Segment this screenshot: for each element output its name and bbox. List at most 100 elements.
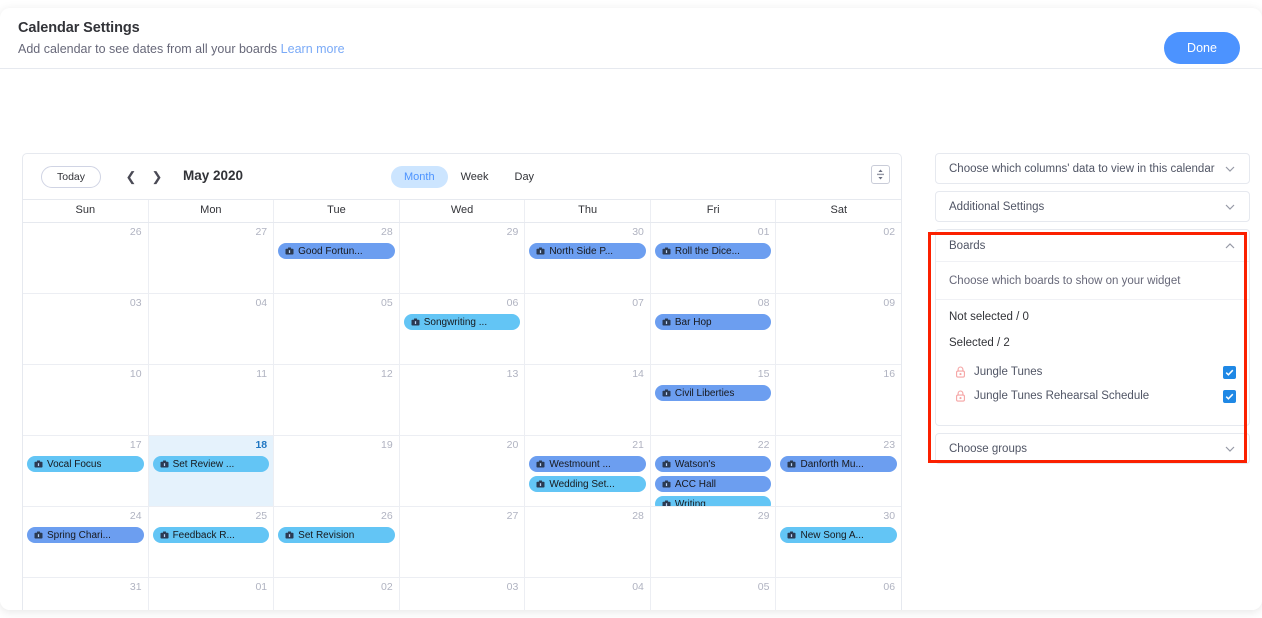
- today-button[interactable]: Today: [41, 166, 101, 188]
- calendar-day-cell[interactable]: 01: [149, 578, 275, 610]
- page-header: Calendar Settings Add calendar to see da…: [0, 8, 1262, 69]
- calendar-event-label: Roll the Dice...: [674, 245, 740, 257]
- calendar-day-cell[interactable]: 10: [23, 365, 149, 435]
- chevron-right-icon[interactable]: ❯: [147, 166, 167, 188]
- calendar-day-cell[interactable]: 20: [400, 436, 526, 506]
- calendar-day-cell[interactable]: 16: [776, 365, 901, 435]
- calendar-day-cell[interactable]: 02: [274, 578, 400, 610]
- calendar-event[interactable]: Set Review ...: [152, 456, 270, 472]
- calendar-event[interactable]: Good Fortun...: [278, 243, 395, 259]
- day-number: 23: [883, 439, 896, 451]
- calendar-day-cell[interactable]: 28 Good Fortun...: [274, 223, 400, 293]
- calendar-day-cell[interactable]: 01 Roll the Dice...: [651, 223, 777, 293]
- calendar-day-cell[interactable]: 05: [651, 578, 777, 610]
- calendar-event[interactable]: Civil Liberties: [654, 385, 772, 401]
- calendar-event[interactable]: Roll the Dice...: [654, 243, 772, 259]
- calendar-day-cell[interactable]: 07: [525, 294, 651, 364]
- calendar-day-cell[interactable]: 31: [23, 578, 149, 610]
- view-option-day[interactable]: Day: [502, 166, 548, 188]
- calendar-day-cell[interactable]: 30 North Side P...: [525, 223, 651, 293]
- setting-row-choose-groups[interactable]: Choose groups: [935, 433, 1250, 464]
- calendar-day-cell[interactable]: 22 Watson's ACC Hall Writing: [651, 436, 777, 506]
- day-number: 07: [632, 297, 644, 309]
- day-events: Danforth Mu...: [776, 456, 901, 472]
- page-title: Calendar Settings: [18, 20, 140, 36]
- board-icon: [662, 247, 671, 255]
- calendar-day-cell[interactable]: 04: [149, 294, 275, 364]
- day-number: 21: [632, 439, 644, 451]
- calendar-day-cell[interactable]: 06: [776, 578, 901, 610]
- setting-row-columns[interactable]: Choose which columns' data to view in th…: [935, 153, 1250, 184]
- calendar-day-cell[interactable]: 05: [274, 294, 400, 364]
- board-checkbox[interactable]: [1223, 365, 1236, 379]
- calendar-day-cell[interactable]: 12: [274, 365, 400, 435]
- calendar-day-cell-today[interactable]: 18 Set Review ...: [148, 436, 275, 506]
- chevron-left-icon[interactable]: ❮: [121, 166, 141, 188]
- calendar-month-title: May 2020: [183, 168, 244, 183]
- day-number: 16: [883, 368, 896, 380]
- expand-vertical-icon[interactable]: [871, 165, 890, 184]
- calendar-day-cell[interactable]: 26 Set Revision: [274, 507, 400, 577]
- calendar-day-cell[interactable]: 28: [525, 507, 651, 577]
- view-option-month[interactable]: Month: [391, 166, 448, 188]
- board-list-item[interactable]: Jungle Tunes Rehearsal Schedule: [949, 387, 1236, 405]
- calendar-preview-card: Today ❮ ❯ May 2020 Month Week Day Sun Mo…: [22, 153, 902, 610]
- calendar-day-cell[interactable]: 03: [23, 294, 149, 364]
- calendar-event[interactable]: Bar Hop: [654, 314, 772, 330]
- calendar-event[interactable]: Wedding Set...: [529, 476, 646, 492]
- calendar-day-cell[interactable]: 30 New Song A...: [776, 507, 901, 577]
- calendar-event[interactable]: Set Revision: [278, 527, 395, 543]
- calendar-day-cell[interactable]: 24 Spring Chari...: [23, 507, 149, 577]
- calendar-day-cell[interactable]: 11: [149, 365, 275, 435]
- board-icon: [662, 318, 671, 326]
- calendar-day-cell[interactable]: 02: [776, 223, 901, 293]
- calendar-event[interactable]: Westmount ...: [529, 456, 646, 472]
- calendar-day-cell[interactable]: 29: [400, 223, 526, 293]
- calendar-day-cell[interactable]: 03: [400, 578, 526, 610]
- calendar-day-cell[interactable]: 15 Civil Liberties: [651, 365, 777, 435]
- calendar-event[interactable]: ACC Hall: [654, 476, 772, 492]
- calendar-day-cell[interactable]: 06 Songwriting ...: [400, 294, 526, 364]
- calendar-day-cell[interactable]: 19: [274, 436, 400, 506]
- calendar-day-cell[interactable]: 23 Danforth Mu...: [776, 436, 901, 506]
- calendar-event[interactable]: Danforth Mu...: [780, 456, 898, 472]
- calendar-day-cell[interactable]: 13: [400, 365, 526, 435]
- boards-section-header[interactable]: Boards: [936, 230, 1249, 262]
- board-icon: [662, 460, 671, 468]
- day-of-week-header: Sun Mon Tue Wed Thu Fri Sat: [23, 199, 901, 223]
- calendar-week: 17 Vocal Focus 18 Set Review ... 19 20 21 Westm…: [23, 436, 901, 507]
- calendar-day-cell[interactable]: 27: [400, 507, 526, 577]
- calendar-event[interactable]: New Song A...: [780, 527, 898, 543]
- calendar-event[interactable]: Feedback R...: [152, 527, 270, 543]
- day-events: Vocal Focus: [23, 456, 148, 472]
- calendar-day-cell[interactable]: 09: [776, 294, 901, 364]
- calendar-event[interactable]: Watson's: [654, 456, 772, 472]
- setting-row-additional-settings[interactable]: Additional Settings: [935, 191, 1250, 222]
- board-icon: [285, 247, 294, 255]
- calendar-event[interactable]: Spring Chari...: [27, 527, 144, 543]
- day-events: North Side P...: [525, 243, 650, 259]
- day-events: Songwriting ...: [400, 314, 525, 330]
- calendar-day-cell[interactable]: 25 Feedback R...: [149, 507, 275, 577]
- calendar-event[interactable]: Songwriting ...: [403, 314, 521, 330]
- day-number: 31: [129, 581, 142, 593]
- learn-more-link[interactable]: Learn more: [281, 42, 345, 56]
- calendar-day-cell[interactable]: 27: [149, 223, 275, 293]
- calendar-day-cell[interactable]: 29: [651, 507, 777, 577]
- calendar-week: 10 11 12 13 14 15 Civil Liberties 16: [23, 365, 901, 436]
- calendar-day-cell[interactable]: 14: [525, 365, 651, 435]
- calendar-event[interactable]: Writing: [654, 496, 772, 506]
- view-option-week[interactable]: Week: [448, 166, 502, 188]
- done-button[interactable]: Done: [1164, 32, 1240, 64]
- calendar-event[interactable]: North Side P...: [529, 243, 646, 259]
- board-checkbox[interactable]: [1223, 389, 1236, 403]
- calendar-day-cell[interactable]: 04: [525, 578, 651, 610]
- calendar-day-cell[interactable]: 08 Bar Hop: [651, 294, 777, 364]
- board-list-item[interactable]: Jungle Tunes: [949, 363, 1236, 381]
- calendar-day-cell[interactable]: 17 Vocal Focus: [23, 436, 149, 506]
- calendar-weeks: 26 27 28 Good Fortun... 29 30 North Side P... 0…: [23, 223, 901, 610]
- dow-tue: Tue: [274, 200, 400, 222]
- calendar-day-cell[interactable]: 21 Westmount ... Wedding Set...: [525, 436, 651, 506]
- calendar-day-cell[interactable]: 26: [23, 223, 149, 293]
- calendar-event[interactable]: Vocal Focus: [27, 456, 144, 472]
